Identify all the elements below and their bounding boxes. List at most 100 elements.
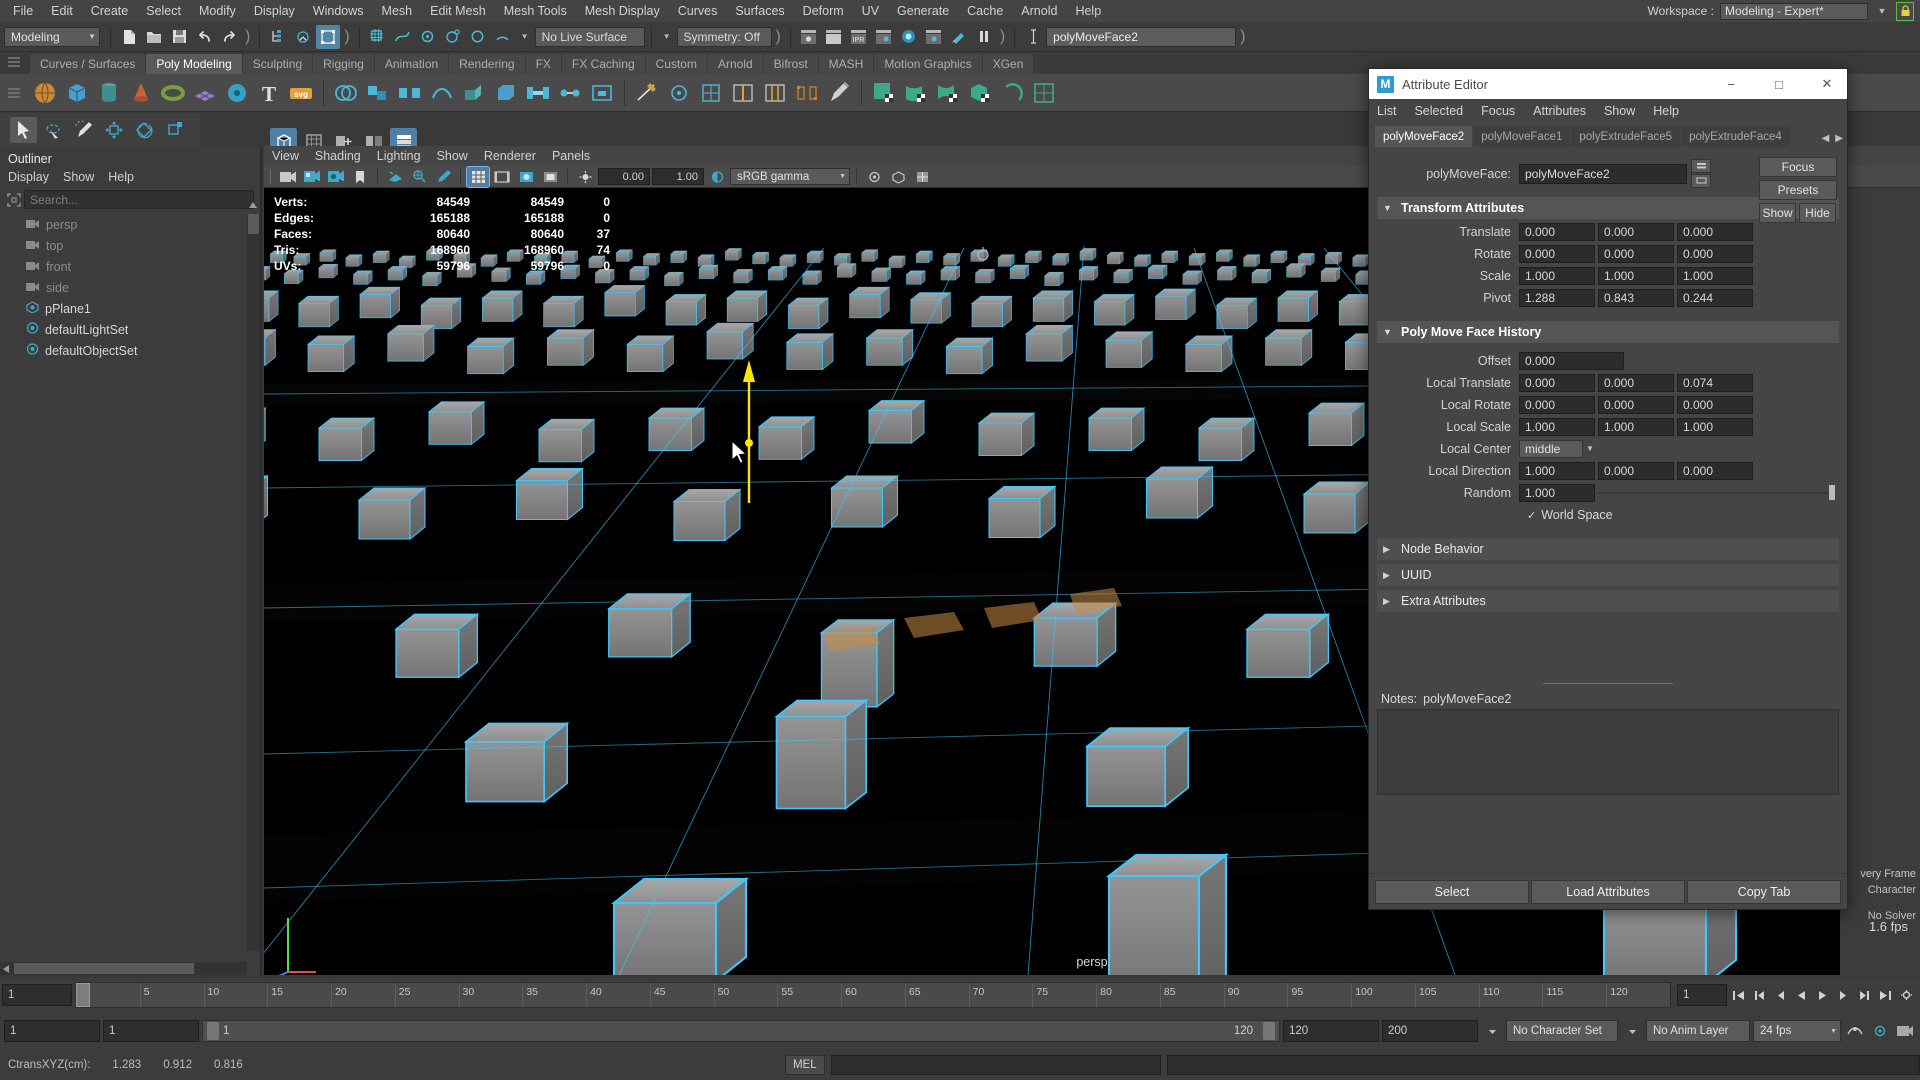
workspace-dropdown-arrow[interactable]: ▼ [1874,3,1890,20]
selected-object-name-field[interactable]: polyMoveFace2 [1046,26,1237,47]
uv-plane-icon[interactable] [869,78,899,108]
menu-surfaces[interactable]: Surfaces [726,2,793,20]
type-icon[interactable]: T [254,78,284,108]
shelf-tab-bifrost[interactable]: Bifrost [763,54,818,74]
time-slider-track[interactable]: 5 10 15 20 25 30 35 40 45 50 55 60 65 70… [75,982,1671,1008]
menu-select[interactable]: Select [137,2,190,20]
gate-mask-icon[interactable] [539,167,561,187]
shelf-tab-poly-modeling[interactable]: Poly Modeling [146,54,242,74]
film-gate-icon[interactable] [491,167,513,187]
local-rotate-z-field[interactable]: 0.000 [1677,395,1753,414]
outliner-item-side[interactable]: side [0,277,260,298]
lasso-select-icon[interactable] [40,117,67,143]
two-d-pan-zoom-icon[interactable] [408,167,430,187]
scroll-left-arrow-icon[interactable] [3,965,9,973]
range-right-knob[interactable] [1263,1022,1275,1040]
poly-cube-icon[interactable] [62,78,92,108]
scroll-up-arrow-icon[interactable] [249,202,257,208]
menu-mesh-tools[interactable]: Mesh Tools [495,2,576,20]
poly-torus-icon[interactable] [158,78,188,108]
poly-cone-icon[interactable] [126,78,156,108]
select-button[interactable]: Select [1375,879,1529,904]
poly-plane-icon[interactable] [190,78,220,108]
scale-z-field[interactable]: 1.000 [1677,266,1753,285]
play-backwards-icon[interactable] [1791,984,1811,1006]
ae-menu-show[interactable]: Show [1604,104,1635,118]
current-frame-field[interactable]: 1 [2,984,72,1006]
snap-to-view-plane-icon[interactable] [466,25,490,49]
insert-edge-loop-icon[interactable] [728,78,758,108]
color-space-selector[interactable]: sRGB gamma ▼ [730,168,850,185]
resolution-gate-icon[interactable] [515,167,537,187]
menu-deform[interactable]: Deform [794,2,853,20]
step-forward-frame-icon[interactable] [1833,984,1853,1006]
select-by-hierarchy-icon[interactable] [266,25,290,49]
shelf-tab-sculpting[interactable]: Sculpting [242,54,313,74]
svg-icon[interactable]: svg [286,78,316,108]
menu-mesh-display[interactable]: Mesh Display [576,2,669,20]
ae-tab-polymoveface2[interactable]: polyMoveFace2 [1375,126,1473,147]
ipr-render-icon[interactable]: IPR [847,25,871,49]
uv-sphere-icon[interactable] [933,78,963,108]
menu-windows[interactable]: Windows [304,2,373,20]
auto-key-icon[interactable] [1844,1020,1866,1042]
viewport-menu-shading[interactable]: Shading [315,149,361,163]
time-slider-playhead[interactable] [76,983,90,1007]
render-view-icon[interactable] [922,25,946,49]
ae-tab-polyextrudeface5[interactable]: polyExtrudeFace5 [1571,126,1681,147]
outliner-search-input[interactable]: Search... [24,190,254,209]
uv-editor-icon[interactable] [1029,78,1059,108]
snap-to-grid-icon[interactable] [366,25,390,49]
text-cursor-icon[interactable] [1021,25,1045,49]
shelf-tab-fx-caching[interactable]: FX Caching [561,54,645,74]
local-translate-z-field[interactable]: 0.074 [1677,373,1753,392]
crease-tool-icon[interactable] [792,78,822,108]
pivot-y-field[interactable]: 0.843 [1598,288,1674,307]
focus-button[interactable]: Focus [1759,157,1837,177]
wireframe-on-shaded-icon[interactable] [911,167,933,187]
exposure-value-field[interactable]: 0.00 [598,168,650,185]
outliner-item-defaultobjectset[interactable]: defaultObjectSet [0,340,260,361]
range-start-field[interactable]: 1 [4,1020,100,1042]
local-scale-z-field[interactable]: 1.000 [1677,417,1753,436]
render-region-icon[interactable] [822,25,846,49]
translate-x-field[interactable]: 0.000 [1519,222,1595,241]
scrollbar-thumb[interactable] [248,214,259,234]
anim-prefs-icon[interactable] [1869,1020,1891,1042]
range-slider-bar[interactable]: 1 120 [202,1020,1280,1042]
merge-icon[interactable] [555,78,585,108]
shelf-tab-custom[interactable]: Custom [645,54,707,74]
fill-hole-icon[interactable] [587,78,617,108]
open-scene-icon[interactable] [142,25,166,49]
ae-menu-list[interactable]: List [1377,104,1396,118]
character-set-selector[interactable]: No Character Set [1506,1020,1618,1042]
range-end-field[interactable]: 200 [1382,1020,1478,1042]
ae-tab-polyextrudeface4[interactable]: polyExtrudeFace4 [1681,126,1790,147]
scale-x-field[interactable]: 1.000 [1519,266,1595,285]
poly-disc-icon[interactable] [222,78,252,108]
hide-button[interactable]: Hide [1799,203,1836,223]
local-direction-y-field[interactable]: 0.000 [1598,461,1674,480]
node-name-input[interactable]: polyMoveFace2 [1519,163,1687,184]
notes-textarea[interactable] [1377,709,1839,795]
outliner-item-persp[interactable]: persp [0,214,260,235]
gamma-value-field[interactable]: 1.00 [652,168,704,185]
ae-tab-polymoveface1[interactable]: polyMoveFace1 [1473,126,1571,147]
section-uuid[interactable]: ▶ UUID [1377,564,1839,586]
outliner-menu-show[interactable]: Show [63,170,94,184]
smooth-icon[interactable] [427,78,457,108]
color-management-icon[interactable] [706,167,728,187]
shelf-tab-mash[interactable]: MASH [818,54,874,74]
separate-icon[interactable] [395,78,425,108]
local-scale-y-field[interactable]: 1.000 [1598,417,1674,436]
maximize-button[interactable]: □ [1759,69,1799,99]
scale-tool-icon[interactable] [160,117,187,143]
menu-file[interactable]: File [4,2,42,20]
slider-handle[interactable] [1829,485,1835,500]
live-surface-field[interactable]: No Live Surface [534,26,645,47]
shelf-tab-curves-surfaces[interactable]: Curves / Surfaces [30,54,146,74]
shelf-tab-rigging[interactable]: Rigging [313,54,374,74]
local-scale-x-field[interactable]: 1.000 [1519,417,1595,436]
local-translate-x-field[interactable]: 0.000 [1519,373,1595,392]
local-rotate-y-field[interactable]: 0.000 [1598,395,1674,414]
